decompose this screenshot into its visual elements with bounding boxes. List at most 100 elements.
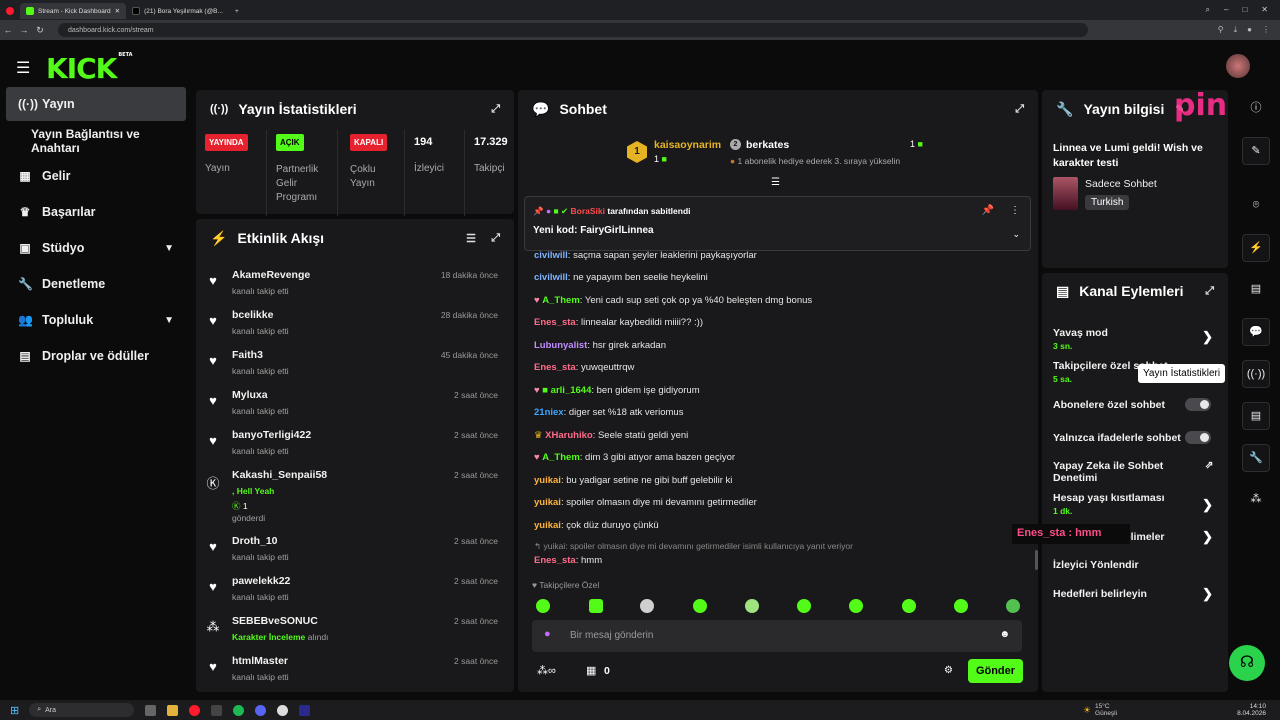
url-field[interactable]: dashboard.kick.com/stream [58, 23, 1088, 37]
browser-tab-x[interactable]: (21) Bora Yeşilırmak (@B... [126, 3, 229, 19]
windows-start-icon[interactable]: ⊞ [10, 704, 19, 717]
discord-icon[interactable] [255, 704, 267, 716]
chat-username[interactable]: 21niex [534, 407, 564, 418]
sidebar-item-topluluk[interactable]: 👥 Topluluk ▼ [6, 303, 186, 337]
pinned-by-user[interactable]: BoraSiki [571, 206, 606, 216]
chat-icon[interactable]: 💬 [1242, 318, 1270, 346]
maximize-icon[interactable]: □ [1242, 5, 1247, 15]
emote-icon[interactable] [1006, 599, 1020, 613]
activity-username[interactable]: AkameRevenge [232, 269, 310, 281]
chat-username[interactable]: yuikai [534, 497, 561, 508]
chat-scrollbar[interactable] [1035, 550, 1038, 570]
minimize-icon[interactable]: – [1224, 5, 1228, 15]
subscribers-only-toggle[interactable] [1185, 398, 1211, 411]
activity-username[interactable]: htmlMaster [232, 655, 288, 667]
emote-icon[interactable] [797, 599, 811, 613]
emote-icon[interactable] [536, 599, 550, 613]
emote-icon[interactable] [902, 599, 916, 613]
browser-menu[interactable] [0, 3, 20, 19]
back-icon[interactable]: ← [0, 25, 16, 35]
category-thumbnail[interactable] [1053, 177, 1078, 210]
activity-username[interactable]: Myluxa [232, 389, 268, 401]
hamburger-menu-icon[interactable]: ☰ [16, 58, 30, 78]
forward-icon[interactable]: → [16, 25, 32, 35]
kick-logo[interactable]: KICK BETA [46, 52, 133, 85]
channel-points-icon[interactable]: ⁂∞ [537, 664, 556, 677]
emote-icon[interactable] [849, 599, 863, 613]
opera-taskbar-icon[interactable] [189, 704, 201, 716]
activity-username[interactable]: SEBEBveSONUC [232, 615, 318, 627]
close-tab-icon[interactable]: ✕ [115, 7, 120, 15]
chat-username[interactable]: Enes_sta [534, 555, 576, 566]
chat-username[interactable]: XHaruhiko [545, 430, 593, 441]
chat-username[interactable]: Lubunyalist [534, 340, 587, 351]
collapse-icon[interactable]: ☰ [771, 177, 780, 188]
chat-username[interactable]: civilwill [534, 272, 568, 283]
camera-icon[interactable]: ⌾ [1242, 192, 1270, 220]
unpin-icon[interactable]: 📌 [982, 205, 994, 216]
chevron-down-icon[interactable]: ⌄ [1012, 229, 1020, 240]
emoji-picker-icon[interactable]: ☻ [999, 629, 1010, 640]
taskbar-search[interactable]: ⌕ Ara [29, 703, 135, 717]
activity-username[interactable]: Droth_10 [232, 535, 278, 547]
document-icon[interactable]: ▤ [1242, 276, 1270, 304]
action-goals[interactable]: Hedefleri belirleyin ❯ [1053, 586, 1223, 601]
chat-username[interactable]: yuikai [534, 520, 561, 531]
search-tabs-icon[interactable]: ⌕ [1206, 5, 1210, 15]
points-icon[interactable]: ⁂ [1242, 486, 1270, 514]
app-icon[interactable] [211, 704, 223, 716]
chat-username[interactable]: Enes_sta [534, 362, 576, 373]
channel-actions-icon[interactable]: ▤ [1242, 402, 1270, 430]
pencil-icon[interactable]: ✎ [1242, 137, 1270, 165]
action-subscribers-only[interactable]: Abonelere özel sohbet [1053, 398, 1223, 411]
send-button[interactable]: Gönder [968, 659, 1023, 683]
expand-icon[interactable]: ⤢ [1205, 285, 1214, 298]
weather-widget[interactable]: ☀ 15°C Güneşli [1083, 703, 1117, 717]
clock[interactable]: 14:10 8.04.2026 [1237, 703, 1266, 717]
expand-icon[interactable]: ⤢ [491, 232, 500, 245]
top-gifter-1-name[interactable]: kaisaoynarim [654, 139, 721, 151]
activity-username[interactable]: Kakashi_Senpaii58 [232, 469, 327, 481]
chat-username[interactable]: yuikai [534, 475, 561, 486]
menu-icon[interactable]: ⋮ [1262, 25, 1270, 35]
broadcast-icon[interactable]: ((·)) [1242, 360, 1270, 388]
premiere-icon[interactable] [299, 704, 311, 716]
extensions-icon[interactable]: ⚲ [1218, 25, 1224, 35]
expand-icon[interactable]: ⤢ [1015, 103, 1024, 116]
gear-icon[interactable]: ⚙ [944, 665, 953, 676]
category-name[interactable]: Sadece Sohbet [1085, 178, 1157, 190]
emote-icon[interactable] [954, 599, 968, 613]
profile-icon[interactable]: ● [1247, 25, 1252, 35]
emotes-only-toggle[interactable] [1185, 431, 1211, 444]
sidebar-item-stream-key[interactable]: Yayın Bağlantısı ve Anahtarı [6, 124, 186, 158]
activity-username[interactable]: bcelikke [232, 309, 273, 321]
sidebar-item-studyo[interactable]: ▣ Stüdyo ▼ [6, 231, 186, 265]
close-window-icon[interactable]: ✕ [1261, 5, 1268, 15]
action-account-age[interactable]: Hesap yaşı kısıtlaması 1 dk. ❯ [1053, 492, 1223, 516]
expand-icon[interactable]: ⤢ [491, 103, 500, 116]
chat-username[interactable]: civilwill [534, 250, 568, 261]
action-emotes-only[interactable]: Yalnızca ifadelerle sohbet [1053, 431, 1223, 444]
more-options-icon[interactable]: ⋮ [1010, 205, 1020, 216]
store-icon[interactable]: ▦ [586, 664, 596, 677]
filter-icon[interactable]: ☰ [466, 232, 476, 245]
reload-icon[interactable]: ↻ [32, 25, 48, 36]
chat-username[interactable]: arli_1644 [551, 385, 592, 396]
sidebar-item-yayin[interactable]: ((·)) Yayın [6, 87, 186, 121]
sidebar-item-denetleme[interactable]: 🔧 Denetleme [6, 267, 186, 301]
sidebar-item-droplar[interactable]: ▤ Droplar ve ödüller [6, 339, 186, 373]
emote-icon[interactable] [745, 599, 759, 613]
sidebar-item-gelir[interactable]: ▦ Gelir [6, 159, 186, 193]
wrench-icon[interactable]: 🔧 [1242, 444, 1270, 472]
user-avatar[interactable] [1226, 54, 1250, 78]
emote-icon[interactable] [589, 599, 603, 613]
chat-input-placeholder[interactable]: Bir mesaj gönderin [570, 630, 653, 641]
activity-username[interactable]: Faith3 [232, 349, 263, 361]
support-icon[interactable]: ☊ [1229, 645, 1265, 681]
obs-icon[interactable] [277, 704, 289, 716]
emote-icon[interactable] [640, 599, 654, 613]
chat-username[interactable]: A_Them [542, 295, 579, 306]
action-ai-moderation[interactable]: Yapay Zeka ile Sohbet Denetimi ⇗ [1053, 460, 1213, 484]
sidebar-item-basarilar[interactable]: ♛ Başarılar [6, 195, 186, 229]
emote-icon[interactable] [693, 599, 707, 613]
